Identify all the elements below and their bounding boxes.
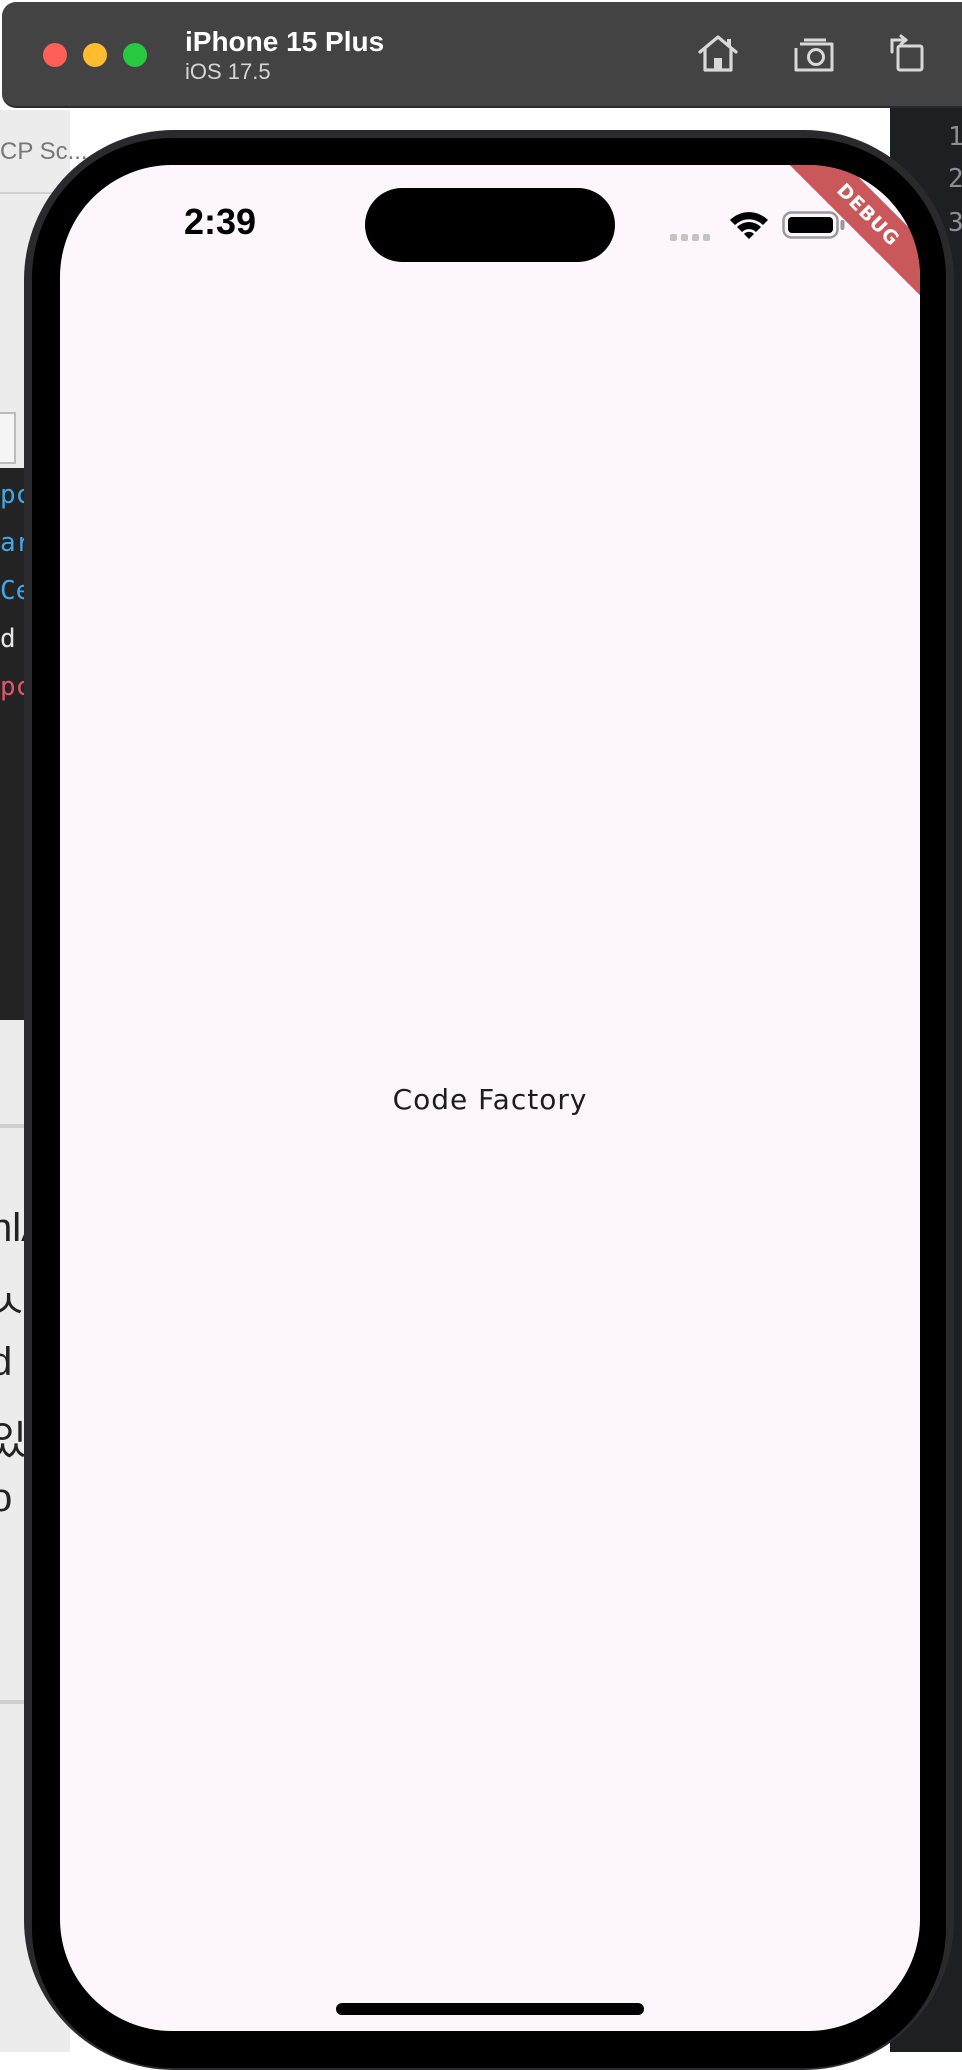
simulator-titlebar: iPhone 15 Plus iOS 17.5 [2,2,962,108]
rotate-icon[interactable] [884,30,932,78]
battery-icon [782,209,846,241]
background-text: o [0,1476,13,1520]
device-name: iPhone 15 Plus [185,26,385,57]
home-icon[interactable] [694,30,742,78]
line-number: 1 [948,122,962,152]
background-code-line: d [0,624,16,654]
minimize-window-button[interactable] [83,43,107,67]
background-field [0,412,16,464]
camera-icon[interactable] [792,30,840,78]
line-number: 3 [948,208,962,238]
background-tab-label: CP Sc... [0,138,88,165]
close-window-button[interactable] [43,43,67,67]
os-version: iOS 17.5 [185,59,271,84]
status-bar-time: 2:39 [184,201,257,242]
background-text: d [0,1340,13,1384]
wifi-icon [728,209,770,241]
background-text: ㅅ [0,1283,27,1327]
line-number: 2 [948,164,962,194]
dynamic-island [365,188,615,262]
background-text: 있 [0,1419,27,1463]
home-indicator[interactable] [336,2003,644,2015]
cellular-signal-icon [670,228,714,246]
center-text: Code Factory [392,1083,588,1116]
phone-screen[interactable]: 2:39 DEBUG Code Factory [60,165,920,2031]
maximize-window-button[interactable] [123,43,147,67]
